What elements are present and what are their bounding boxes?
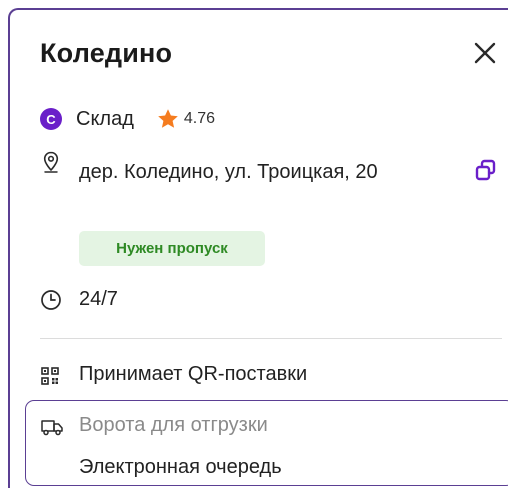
qr-code-icon: [41, 367, 59, 385]
close-icon: [474, 42, 496, 64]
address-text: дер. Коледино, ул. Троицкая, 20: [79, 161, 378, 183]
warehouse-type-badge: С: [40, 108, 62, 130]
warehouse-title: Коледино: [40, 38, 173, 68]
divider: [40, 338, 502, 339]
close-button[interactable]: [468, 36, 502, 70]
electronic-queue-label[interactable]: Электронная очередь: [79, 456, 282, 479]
warehouse-type-label: Склад: [76, 107, 134, 130]
star-icon: [158, 109, 178, 128]
type-rating-row: С Склад 4.76: [40, 106, 215, 132]
qr-supply-label: Принимает QR-поставки: [79, 363, 308, 385]
truck-icon: [41, 420, 63, 436]
clock-icon: [41, 290, 61, 310]
copy-icon: [475, 159, 496, 181]
pass-required-badge: Нужен пропуск: [79, 231, 265, 266]
loading-gates-label: Ворота для отгрузки: [79, 414, 268, 436]
copy-address-button[interactable]: [474, 158, 498, 182]
location-pin-icon: [43, 151, 59, 173]
working-hours: 24/7: [79, 288, 118, 310]
rating-value: 4.76: [183, 110, 216, 127]
